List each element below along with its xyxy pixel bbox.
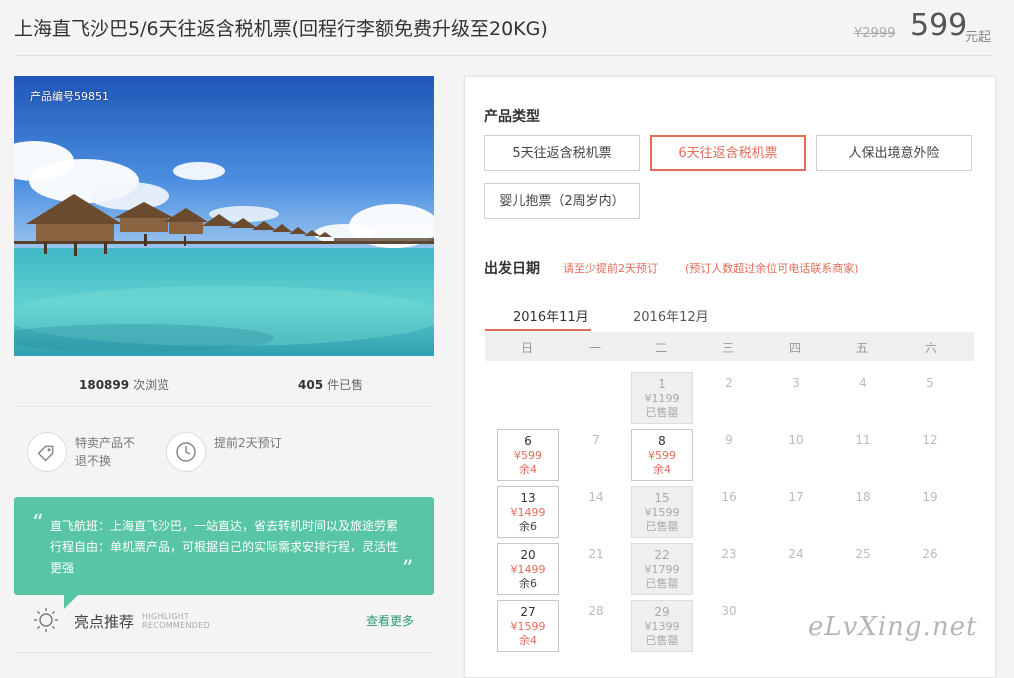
calendar-day-8[interactable]: 8 ¥599 余4 bbox=[631, 429, 693, 481]
close-quote-icon: ” bbox=[402, 557, 414, 582]
views-count: 180899 bbox=[79, 378, 130, 392]
calendar-day-23: 23 bbox=[721, 547, 737, 561]
product-stats: 180899 次浏览 405 件已售 bbox=[14, 360, 434, 407]
view-more-link[interactable]: 查看更多 bbox=[366, 612, 414, 629]
sold-stat: 405 件已售 bbox=[298, 376, 363, 393]
original-price: ¥2999 bbox=[854, 26, 896, 41]
header: 上海直飞沙巴5/6天往返含税机票(回程行李额免费升级至20KG) ¥2999 5… bbox=[0, 0, 1014, 56]
option-5day-ticket[interactable]: 5天往返含税机票 bbox=[484, 135, 640, 171]
calendar-day-14: 14 bbox=[588, 490, 604, 504]
bottom-divider bbox=[14, 652, 434, 653]
product-photo[interactable]: 产品编号59851 bbox=[14, 76, 434, 356]
calendar-day-3: 3 bbox=[792, 376, 800, 390]
price-unit: 元起 bbox=[965, 30, 992, 45]
calendar-day-11: 11 bbox=[855, 433, 871, 447]
sold-count: 405 bbox=[298, 378, 324, 392]
tag-icon bbox=[27, 432, 67, 472]
weekday-thu: 四 bbox=[788, 341, 801, 355]
advance-booking-note: 请至少提前2天预订 bbox=[563, 262, 658, 275]
calendar-day-2: 2 bbox=[725, 376, 733, 390]
feature-text: 提前2天预订 bbox=[214, 436, 282, 450]
price: 599 bbox=[910, 8, 968, 43]
calendar-day-18: 18 bbox=[855, 490, 871, 504]
open-quote-icon: “ bbox=[32, 511, 44, 536]
highlight-en-line-2: RECOMMENDED bbox=[142, 621, 211, 630]
calendar-day-1: 1 ¥1199 已售罄 bbox=[631, 372, 693, 424]
calendar-day-7: 7 bbox=[592, 433, 600, 447]
calendar-day-22: 22 ¥1799 已售罄 bbox=[631, 543, 693, 595]
quote-line-1: 直飞航班：上海直飞沙巴，一站直达，省去转机时间以及旅途劳累 bbox=[50, 519, 399, 533]
calendar-day-5: 5 bbox=[926, 376, 934, 390]
calendar-day-10: 10 bbox=[788, 433, 804, 447]
watermark-logo: eLvXing.net bbox=[808, 612, 978, 642]
calendar-day-28: 28 bbox=[588, 604, 604, 618]
calendar-day-27[interactable]: 27 ¥1599 余4 bbox=[497, 600, 559, 652]
option-travel-insurance[interactable]: 人保出境意外险 bbox=[816, 135, 972, 171]
sold-label: 件已售 bbox=[327, 378, 364, 392]
quote-line-3: 更强 bbox=[50, 561, 75, 575]
sun-icon bbox=[34, 608, 58, 632]
weekday-sun: 日 bbox=[520, 341, 533, 355]
intro-quote-box: “ 直飞航班：上海直飞沙巴，一站直达，省去转机时间以及旅途劳累 行程自由：单机票… bbox=[14, 497, 434, 609]
contact-merchant-note: (预订人数超过余位可电话联系商家) bbox=[685, 262, 859, 275]
clock-icon bbox=[166, 432, 206, 472]
option-infant-ticket[interactable]: 婴儿抱票（2周岁内） bbox=[484, 183, 640, 219]
calendar-day-15: 15 ¥1599 已售罄 bbox=[631, 486, 693, 538]
views-stat: 180899 次浏览 bbox=[79, 376, 169, 393]
active-month-indicator bbox=[485, 329, 591, 331]
calendar-day-16: 16 bbox=[721, 490, 737, 504]
quote-line-2: 行程自由：单机票产品，可根据自己的实际需求安排行程，灵活性 bbox=[50, 540, 399, 554]
page-title: 上海直飞沙巴5/6天往返含税机票(回程行李额免费升级至20KG) bbox=[14, 18, 548, 40]
calendar-day-17: 17 bbox=[788, 490, 804, 504]
tab-month-dec-2016[interactable]: 2016年12月 bbox=[633, 306, 709, 325]
weekday-mon: 一 bbox=[588, 341, 601, 355]
highlight-section: 亮点推荐 HIGHLIGHT RECOMMENDED 查看更多 bbox=[14, 600, 434, 640]
calendar-day-12: 12 bbox=[922, 433, 938, 447]
calendar-day-9: 9 bbox=[725, 433, 733, 447]
product-type-label: 产品类型 bbox=[484, 109, 540, 125]
resort-photo-image bbox=[14, 76, 434, 356]
calendar-day-25: 25 bbox=[855, 547, 871, 561]
weekday-sat: 六 bbox=[924, 341, 937, 355]
calendar-day-21: 21 bbox=[588, 547, 604, 561]
weekday-fri: 五 bbox=[855, 341, 868, 355]
booking-panel: 产品类型 5天往返含税机票 6天往返含税机票 人保出境意外险 婴儿抱票（2周岁内… bbox=[464, 76, 996, 678]
header-divider bbox=[14, 55, 994, 56]
calendar-day-29: 29 ¥1399 已售罄 bbox=[631, 600, 693, 652]
option-6day-ticket[interactable]: 6天往返含税机票 bbox=[650, 135, 806, 171]
calendar-day-20[interactable]: 20 ¥1499 余6 bbox=[497, 543, 559, 595]
weekday-tue: 二 bbox=[654, 341, 667, 355]
calendar-day-4: 4 bbox=[859, 376, 867, 390]
feature-text: 特卖产品不退不换 bbox=[75, 436, 136, 468]
calendar-day-13[interactable]: 13 ¥1499 余6 bbox=[497, 486, 559, 538]
calendar-day-30: 30 bbox=[721, 604, 737, 618]
views-label: 次浏览 bbox=[133, 378, 170, 392]
calendar-day-26: 26 bbox=[922, 547, 938, 561]
highlight-en-label: HIGHLIGHT RECOMMENDED bbox=[142, 612, 210, 630]
weekday-wed: 三 bbox=[721, 341, 734, 355]
calendar-day-24: 24 bbox=[788, 547, 804, 561]
departure-date-label: 出发日期 bbox=[484, 261, 540, 277]
weekday-header: 日 一 二 三 四 五 六 bbox=[485, 332, 974, 361]
product-id: 产品编号59851 bbox=[30, 90, 109, 103]
tab-month-nov-2016[interactable]: 2016年11月 bbox=[513, 306, 589, 325]
calendar-day-19: 19 bbox=[922, 490, 938, 504]
highlight-en-line-1: HIGHLIGHT bbox=[142, 612, 190, 621]
highlight-title: 亮点推荐 bbox=[74, 613, 135, 631]
calendar-day-6[interactable]: 6 ¥599 余4 bbox=[497, 429, 559, 481]
